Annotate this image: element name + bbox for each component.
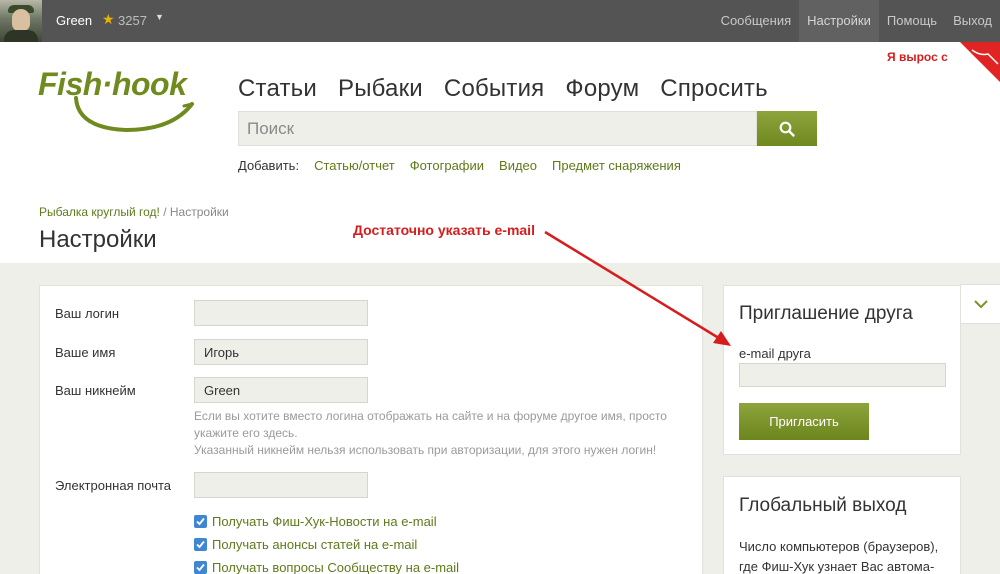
caret-down-icon[interactable]: ▼ [155,12,164,22]
top-nav-help[interactable]: Помощь [879,0,945,42]
invite-friend-panel: Приглашение друга e-mail друга Пригласит… [723,285,961,455]
nickname-hint-1: Если вы хотите вместо логина отображать … [194,409,667,423]
checkbox-checked-icon[interactable] [194,538,207,551]
main-nav-events[interactable]: События [444,75,544,103]
invite-button[interactable]: Пригласить [739,403,869,440]
user-rating: 3257 [118,13,147,28]
settings-form: Ваш логин Ваше имя Ваш никнейм Если вы х… [39,285,703,574]
name-input[interactable] [194,339,368,365]
nickname-input[interactable] [194,377,368,403]
checkbox-announcements[interactable]: Получать анонсы статей на e-mail [194,537,417,552]
main-nav-ask[interactable]: Спросить [660,75,768,103]
main-nav: Статьи Рыбаки События Форум Спросить [238,75,789,103]
search-icon [779,121,795,137]
main-nav-fishermen[interactable]: Рыбаки [338,75,423,103]
checkbox-news-label[interactable]: Получать Фиш-Хук-Новости на e-mail [212,514,437,529]
logout-title: Глобальный выход [739,495,907,516]
page-title: Настройки [39,226,157,253]
breadcrumb-current: Настройки [169,205,229,219]
add-content-row: Добавить: Статью/отчет Фотографии Видео … [238,158,696,173]
checkbox-news[interactable]: Получать Фиш-Хук-Новости на e-mail [194,514,437,529]
add-photos-link[interactable]: Фотографии [410,158,484,173]
login-label: Ваш логин [55,306,120,321]
login-input[interactable] [194,300,368,326]
fishhook-logo-icon [74,96,194,133]
top-nav: Сообщения Настройки Помощь Выход [713,0,1000,42]
add-label: Добавить: [238,158,300,173]
checkbox-announcements-label[interactable]: Получать анонсы статей на e-mail [212,537,417,552]
search-bar [238,111,817,146]
logout-text-line-2: где Фиш-Хук узнает Вас автома- [739,559,935,574]
checkbox-checked-icon[interactable] [194,561,207,574]
top-nav-logout[interactable]: Выход [945,0,1000,42]
add-gear-link[interactable]: Предмет снаряжения [552,158,681,173]
invite-email-input[interactable] [739,363,946,387]
name-label: Ваше имя [55,345,116,360]
user-avatar[interactable] [0,0,42,42]
breadcrumb: Рыбалка круглый год! / Настройки [39,205,229,219]
invite-title: Приглашение друга [739,303,913,324]
promo-text[interactable]: Я вырос с [887,50,948,64]
nickname-label: Ваш никнейм [55,383,136,398]
top-nav-settings[interactable]: Настройки [799,0,879,42]
promo-corner-ribbon[interactable] [940,42,1000,82]
avatar-body [4,30,38,42]
username[interactable]: Green [56,13,92,28]
checkbox-questions[interactable]: Получать вопросы Сообществу на e-mail [194,560,459,574]
avatar-face [12,9,30,31]
search-button[interactable] [757,111,817,146]
email-label: Электронная почта [55,478,172,493]
search-input[interactable] [238,111,757,146]
logout-text-line-1: Число компьютеров (браузеров), [739,539,939,554]
nickname-hint-2: укажите его здесь. [194,426,298,440]
email-input[interactable] [194,472,368,498]
site-logo[interactable]: Fish·hook [38,66,208,138]
checkbox-questions-label[interactable]: Получать вопросы Сообществу на e-mail [212,560,459,574]
side-panel-toggle[interactable] [960,284,1000,324]
add-video-link[interactable]: Видео [499,158,537,173]
top-nav-messages[interactable]: Сообщения [713,0,800,42]
annotation-text: Достаточно указать e-mail [353,222,535,238]
logout-text: Число компьютеров (браузеров), где Фиш-Х… [739,537,954,574]
global-logout-panel: Глобальный выход Число компьютеров (брау… [723,476,961,574]
breadcrumb-home[interactable]: Рыбалка круглый год! [39,205,160,219]
invite-email-label: e-mail друга [739,346,811,361]
nickname-hint-3: Указанный никнейм нельзя использовать пр… [194,443,657,457]
checkbox-checked-icon[interactable] [194,515,207,528]
breadcrumb-separator: / [163,205,167,219]
star-icon: ★ [102,11,115,27]
main-nav-forum[interactable]: Форум [565,75,639,103]
main-nav-articles[interactable]: Статьи [238,75,317,103]
top-bar: Green ★ 3257 ▼ Сообщения Настройки Помощ… [0,0,1000,42]
add-article-link[interactable]: Статью/отчет [314,158,395,173]
chevron-down-icon [973,299,988,308]
